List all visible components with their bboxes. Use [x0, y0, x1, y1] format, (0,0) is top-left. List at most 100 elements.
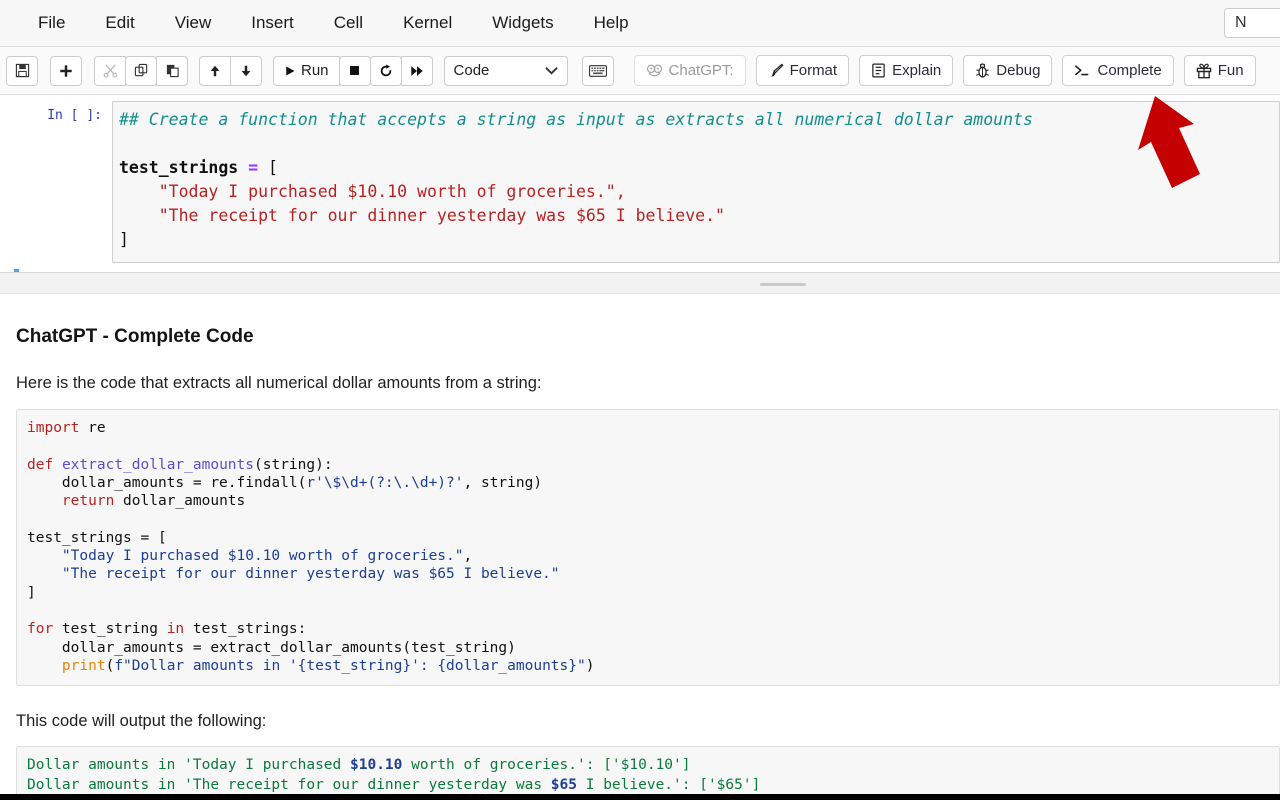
arrow-down-icon [241, 65, 251, 76]
restart-kernel-button[interactable] [369, 55, 402, 86]
splitter-grip[interactable] [760, 283, 806, 286]
code-token: $65 [550, 776, 577, 793]
document-icon [871, 63, 886, 78]
complete-button-label: Complete [1097, 62, 1162, 79]
run-button[interactable]: Run [273, 55, 340, 86]
menu-view[interactable]: View [155, 9, 232, 37]
code-token: def [27, 456, 54, 473]
restart-run-all-button[interactable] [400, 55, 433, 86]
play-icon [286, 66, 295, 75]
chatgpt-logo-icon [646, 64, 663, 78]
arrow-up-icon [210, 65, 220, 76]
interrupt-kernel-button[interactable] [338, 55, 371, 86]
menu-file[interactable]: File [18, 9, 85, 37]
keyboard-icon [588, 64, 607, 77]
cell-code-editor[interactable]: ## Create a function that accepts a stri… [112, 101, 1280, 263]
code-string-1: "Today I purchased $10.10 worth of groce… [158, 182, 626, 201]
chatgpt-outro-text: This code will output the following: [16, 712, 267, 731]
code-assign-operator: = [248, 158, 259, 177]
menu-insert[interactable]: Insert [231, 9, 314, 37]
terminal-icon [1074, 64, 1091, 77]
code-close-bracket: ] [119, 230, 129, 249]
code-open-bracket: [ [268, 158, 278, 177]
fun-button[interactable]: Fun [1183, 55, 1256, 86]
save-button[interactable] [6, 55, 38, 86]
notebook-code-cell[interactable]: In [ ]: ## Create a function that accept… [0, 95, 1280, 269]
toolbar-group-palette [581, 55, 614, 86]
run-button-label: Run [301, 62, 329, 79]
cut-button[interactable] [94, 55, 126, 86]
code-token: dollar_amounts = extract_dollar_amounts(… [27, 639, 516, 656]
jupyter-notebook-window: File Edit View Insert Cell Kernel Widget… [0, 0, 1280, 800]
code-token: I believe.': ['$65'] [577, 776, 761, 793]
code-token: Dollar amounts in 'The receipt for our d… [27, 776, 551, 793]
code-token: r'\$\d+(?:\.\d+)?' [306, 474, 464, 491]
stop-icon [350, 66, 359, 75]
code-token: "The receipt for our dinner yesterday wa… [61, 566, 560, 583]
code-token: "Today I purchased $10.10 worth of groce… [61, 548, 464, 565]
toolbar-group-move [199, 55, 262, 86]
code-token: extract_dollar_amounts [61, 456, 254, 473]
brush-icon [768, 63, 784, 79]
menu-kernel[interactable]: Kernel [383, 9, 472, 37]
code-token: in [166, 621, 185, 638]
copy-icon [134, 63, 147, 77]
chatgpt-panel-title: ChatGPT - Complete Code [16, 326, 254, 347]
restart-icon [380, 63, 391, 76]
explain-button-label: Explain [892, 62, 942, 79]
debug-button-label: Debug [996, 62, 1041, 79]
move-cell-down-button[interactable] [230, 55, 262, 86]
code-token: return [61, 493, 115, 510]
menu-help[interactable]: Help [574, 9, 649, 37]
code-token: for [27, 621, 54, 638]
code-token: (string): [254, 456, 333, 473]
toolbar: Run Code ChatGPT: Format Explain Debug C… [0, 47, 1280, 95]
insert-cell-button[interactable] [50, 55, 82, 86]
toolbar-group-clipboard [94, 55, 188, 86]
cell-input-prompt: In [ ]: [47, 108, 102, 123]
menu-widgets[interactable]: Widgets [472, 9, 573, 37]
code-token: worth of groceries.': ['$10.10'] [402, 757, 691, 774]
format-button[interactable]: Format [755, 55, 850, 86]
move-cell-up-button[interactable] [199, 55, 231, 86]
format-button-label: Format [789, 62, 838, 79]
cell-type-select[interactable]: Code [443, 55, 568, 86]
save-icon [15, 63, 29, 78]
paste-icon [166, 64, 179, 78]
chevron-down-icon [544, 67, 558, 75]
code-token: ) [585, 657, 595, 674]
menu-cell[interactable]: Cell [314, 9, 383, 37]
toolbar-group-save [6, 55, 38, 86]
code-token: Dollar amounts in 'Today I purchased [27, 757, 351, 774]
trust-notebook-button[interactable]: N [1224, 8, 1280, 38]
pane-splitter[interactable] [0, 272, 1280, 294]
menu-bar: File Edit View Insert Cell Kernel Widget… [0, 0, 1280, 47]
chatgpt-output-panel: ChatGPT - Complete Code Here is the code… [0, 294, 1280, 794]
cell-type-value: Code [453, 62, 490, 79]
code-token: test_string [53, 621, 167, 638]
explain-button[interactable]: Explain [859, 55, 954, 86]
toolbar-group-insert [50, 55, 82, 86]
chatgpt-code-block: import re def extract_dollar_amounts(str… [16, 409, 1280, 687]
code-token: dollar_amounts = re.findall( [27, 474, 307, 491]
notebook-pane[interactable]: In [ ]: ## Create a function that accept… [0, 95, 1280, 272]
menu-edit[interactable]: Edit [85, 9, 154, 37]
complete-button[interactable]: Complete [1062, 55, 1174, 86]
code-variable-name: test_strings [119, 158, 239, 177]
code-token: test_strings: [184, 621, 307, 638]
bottom-strip [0, 794, 1280, 800]
toolbar-group-execute: Run [273, 55, 433, 86]
code-token: test_strings = [ [27, 529, 167, 546]
gift-icon [1196, 63, 1212, 79]
plus-icon [60, 64, 72, 77]
copy-button[interactable] [125, 55, 157, 86]
debug-button[interactable]: Debug [963, 55, 1053, 86]
command-palette-button[interactable] [581, 55, 614, 86]
fast-forward-icon [410, 65, 423, 76]
paste-button[interactable] [156, 55, 188, 86]
chatgpt-extension-toolbar: ChatGPT: Format Explain Debug Complete F… [633, 55, 1266, 86]
